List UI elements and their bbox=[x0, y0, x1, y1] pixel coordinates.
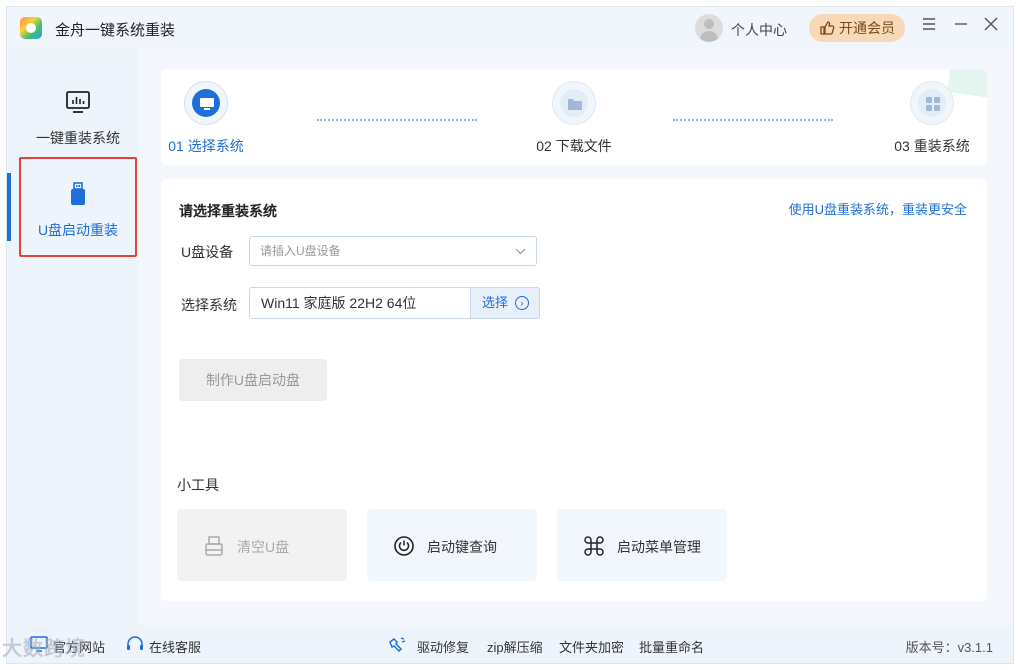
step-label: 02 下载文件 bbox=[536, 138, 612, 154]
vip-label: 开通会员 bbox=[839, 20, 895, 36]
app-window: 金舟一键系统重装 个人中心 开通会员 一键重装系统 U盘启动重装 01 选择系统… bbox=[6, 6, 1014, 664]
step-label: 01 选择系统 bbox=[168, 138, 244, 154]
tool-label: 启动键查询 bbox=[427, 539, 497, 555]
make-usb-boot-button[interactable]: 制作U盘启动盘 bbox=[179, 359, 327, 401]
vip-button[interactable]: 开通会员 bbox=[809, 14, 905, 42]
usb-device-label: U盘设备 bbox=[181, 244, 234, 260]
thumbs-up-icon bbox=[820, 21, 835, 35]
usb-device-placeholder: 请插入U盘设备 bbox=[260, 244, 341, 258]
monitor-icon bbox=[200, 98, 214, 110]
app-title: 金舟一键系统重装 bbox=[55, 22, 176, 39]
version-label: 版本号：v3.1.1 bbox=[905, 640, 993, 655]
power-icon bbox=[394, 536, 414, 556]
reinstall-form: 请选择重装系统 使用U盘重装系统，重装更安全 U盘设备 请插入U盘设备 选择系统… bbox=[161, 179, 987, 601]
sidebar-item-label: U盘启动重装 bbox=[37, 222, 119, 238]
sidebar-active-indicator bbox=[7, 173, 11, 241]
boot-key-query-tool[interactable]: 启动键查询 bbox=[367, 509, 537, 581]
tool-label: 清空U盘 bbox=[237, 539, 290, 555]
monitor-chart-icon bbox=[66, 91, 90, 113]
step-connector bbox=[317, 119, 477, 121]
folder-encrypt-link[interactable]: 文件夹加密 bbox=[559, 637, 624, 656]
user-center-link[interactable]: 个人中心 bbox=[731, 20, 787, 40]
system-field: Win11 家庭版 22H2 64位 bbox=[249, 287, 471, 319]
usb-safety-link[interactable]: 使用U盘重装系统，重装更安全 bbox=[789, 199, 967, 218]
choose-label: 选择 bbox=[482, 295, 509, 310]
driver-repair-link[interactable]: 驱动修复 bbox=[417, 637, 469, 656]
step-label: 03 重装系统 bbox=[894, 138, 970, 154]
usb-device-select[interactable]: 请插入U盘设备 bbox=[249, 236, 537, 266]
sidebar: 一键重装系统 U盘启动重装 bbox=[7, 49, 137, 625]
sidebar-item-one-click-reinstall[interactable]: 一键重装系统 bbox=[19, 89, 137, 148]
usb-drive-icon bbox=[71, 182, 85, 205]
online-service-link[interactable]: 在线客服 bbox=[149, 637, 201, 656]
sidebar-item-label: 一键重装系统 bbox=[36, 130, 120, 146]
menu-icon[interactable] bbox=[919, 17, 939, 37]
step-download-files: 02 下载文件 bbox=[529, 81, 619, 156]
usb-clear-icon bbox=[205, 536, 223, 556]
chevron-right-circle-icon: › bbox=[515, 296, 529, 310]
footer-bar: 官方网站 在线客服 驱动修复 zip解压缩 文件夹加密 批量重命名 版本号：v3… bbox=[7, 625, 1013, 663]
app-logo-icon bbox=[20, 17, 42, 39]
batch-rename-link[interactable]: 批量重命名 bbox=[639, 637, 704, 656]
driver-repair-icon bbox=[389, 637, 406, 653]
chevron-down-icon bbox=[515, 237, 526, 276]
headset-icon bbox=[127, 636, 143, 650]
command-icon bbox=[584, 536, 604, 556]
grid-icon bbox=[926, 97, 940, 111]
step-reinstall-system: 03 重装系统 bbox=[887, 81, 977, 156]
select-system-label: 选择系统 bbox=[181, 297, 237, 313]
boot-menu-manager-tool[interactable]: 启动菜单管理 bbox=[557, 509, 727, 581]
close-icon[interactable] bbox=[981, 17, 1001, 37]
clear-usb-tool[interactable]: 清空U盘 bbox=[177, 509, 347, 581]
tool-label: 启动菜单管理 bbox=[617, 539, 701, 555]
step-select-system: 01 选择系统 bbox=[161, 81, 251, 156]
sidebar-item-usb-reinstall[interactable]: U盘启动重装 bbox=[19, 157, 137, 257]
tools-title: 小工具 bbox=[177, 477, 219, 493]
steps-progress: 01 选择系统 02 下载文件 03 重装系统 bbox=[161, 69, 987, 165]
form-title: 请选择重装系统 bbox=[179, 203, 277, 219]
folder-icon bbox=[568, 99, 582, 110]
main-content: 01 选择系统 02 下载文件 03 重装系统 请选择重装系统 使用U盘重装系统… bbox=[139, 49, 1013, 625]
zip-link[interactable]: zip解压缩 bbox=[487, 637, 543, 656]
avatar[interactable] bbox=[695, 14, 723, 42]
choose-system-button[interactable]: 选择 › bbox=[470, 287, 540, 319]
step-connector bbox=[673, 119, 833, 121]
title-bar: 金舟一键系统重装 个人中心 开通会员 bbox=[7, 7, 1013, 49]
watermark: 大数跨境 bbox=[2, 638, 86, 660]
minimize-icon[interactable] bbox=[951, 17, 971, 37]
